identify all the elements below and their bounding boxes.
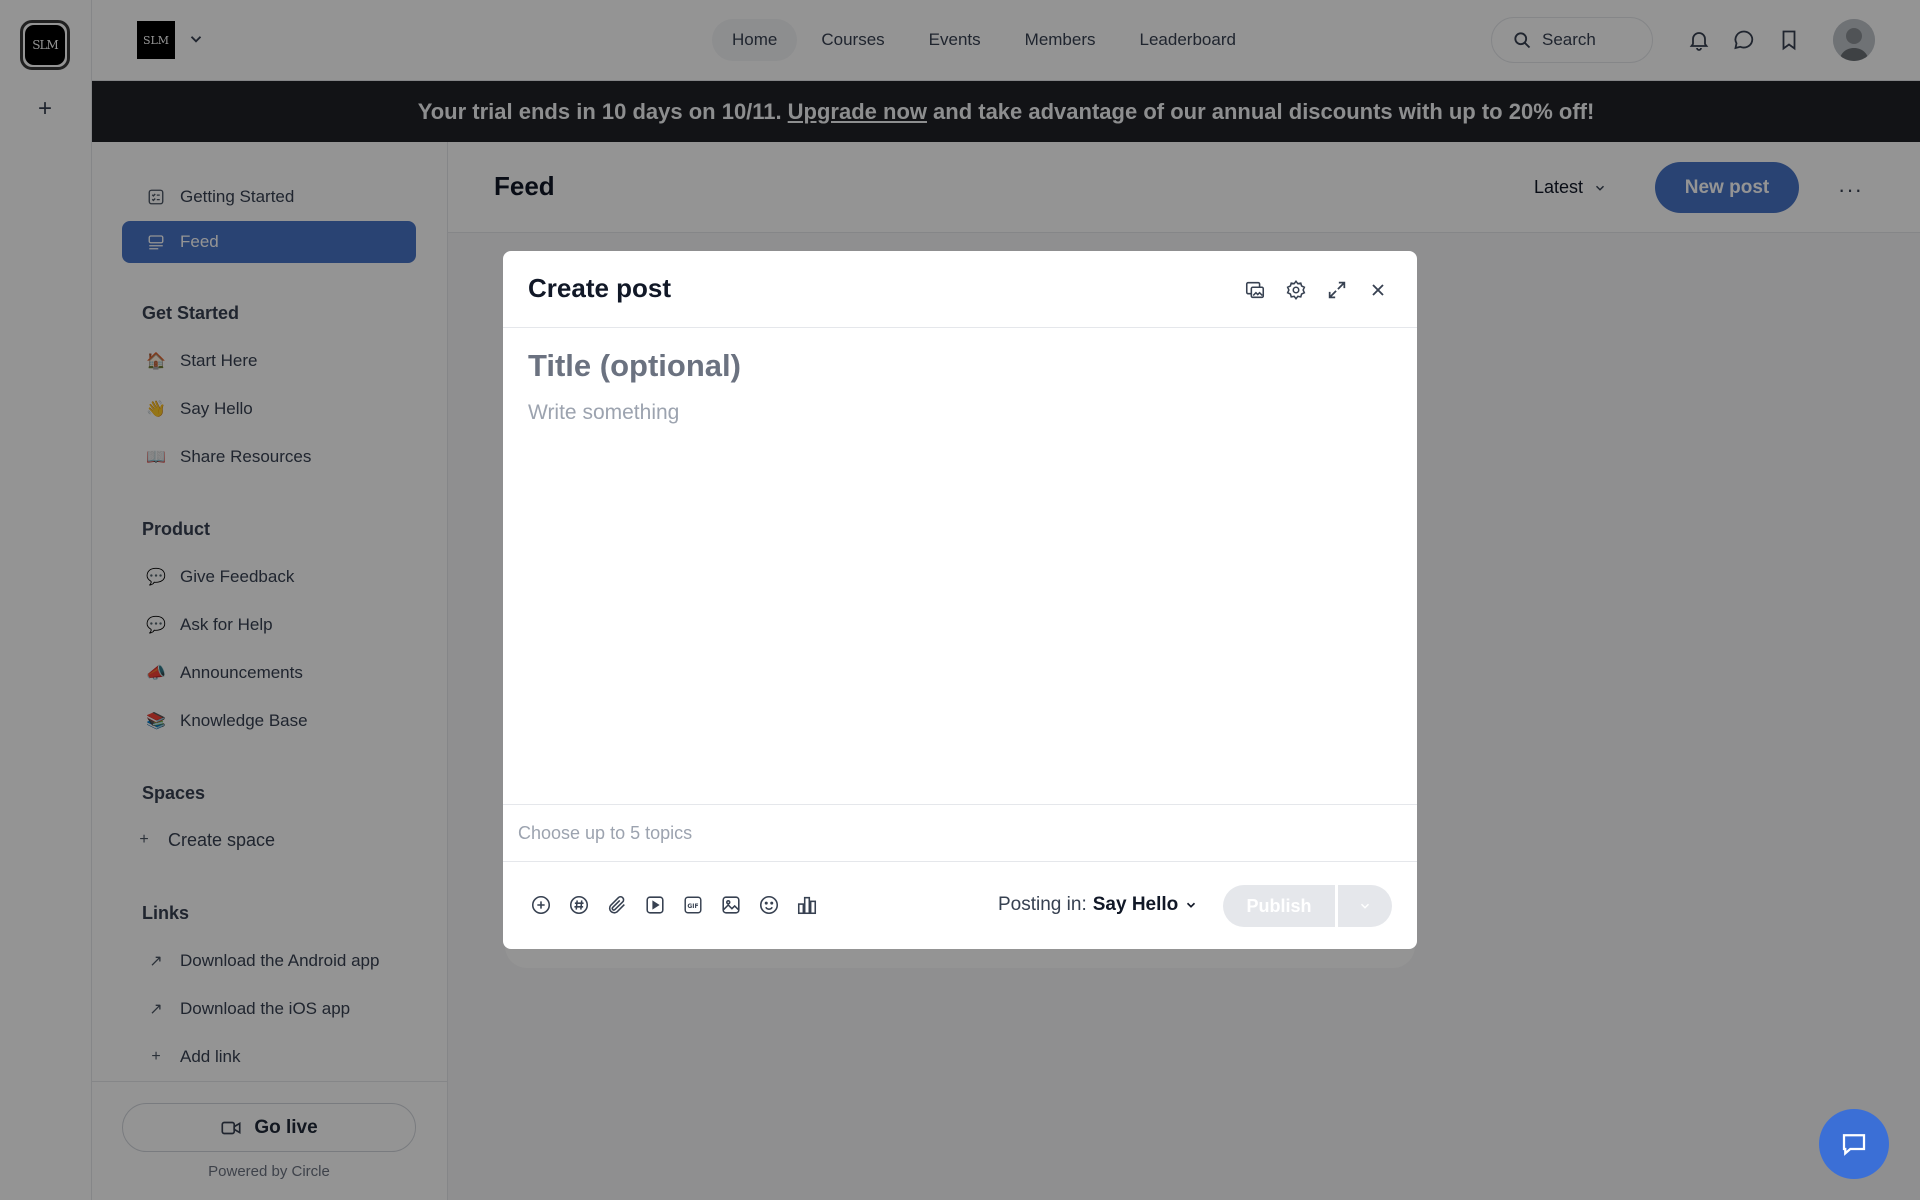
- hashtag-icon[interactable]: [566, 892, 592, 918]
- chevron-down-icon: [1187, 902, 1196, 908]
- video-icon[interactable]: [642, 892, 668, 918]
- add-block-icon[interactable]: [528, 892, 554, 918]
- svg-text:GIF: GIF: [687, 903, 698, 910]
- posting-in-label: Posting in:: [998, 894, 1087, 915]
- topics-field: [503, 804, 1417, 862]
- expand-icon[interactable]: [1324, 277, 1350, 303]
- create-post-modal: Create post GIF: [503, 251, 1417, 949]
- topics-input[interactable]: [518, 822, 1118, 844]
- chevron-down-icon: [1360, 903, 1370, 909]
- post-title-input[interactable]: [528, 348, 1388, 384]
- close-icon[interactable]: [1365, 277, 1391, 303]
- image-icon[interactable]: [718, 892, 744, 918]
- publish-button[interactable]: Publish: [1223, 885, 1335, 927]
- support-chat-button[interactable]: [1819, 1109, 1889, 1179]
- post-toolbar: GIF: [528, 892, 820, 918]
- modal-header: Create post: [503, 251, 1417, 328]
- gif-icon[interactable]: GIF: [680, 892, 706, 918]
- modal-title: Create post: [528, 273, 672, 303]
- poll-icon[interactable]: [794, 892, 820, 918]
- publish-options-button[interactable]: [1338, 885, 1392, 927]
- posting-in-space: Say Hello: [1092, 894, 1179, 915]
- chat-icon: [1842, 1134, 1866, 1156]
- cover-image-icon[interactable]: [1242, 277, 1268, 303]
- emoji-icon[interactable]: [756, 892, 782, 918]
- paperclip-icon[interactable]: [604, 892, 630, 918]
- gear-icon[interactable]: [1283, 277, 1309, 303]
- post-body-editor[interactable]: [528, 401, 1388, 701]
- posting-in-selector[interactable]: Posting in: Say Hello: [998, 894, 1198, 916]
